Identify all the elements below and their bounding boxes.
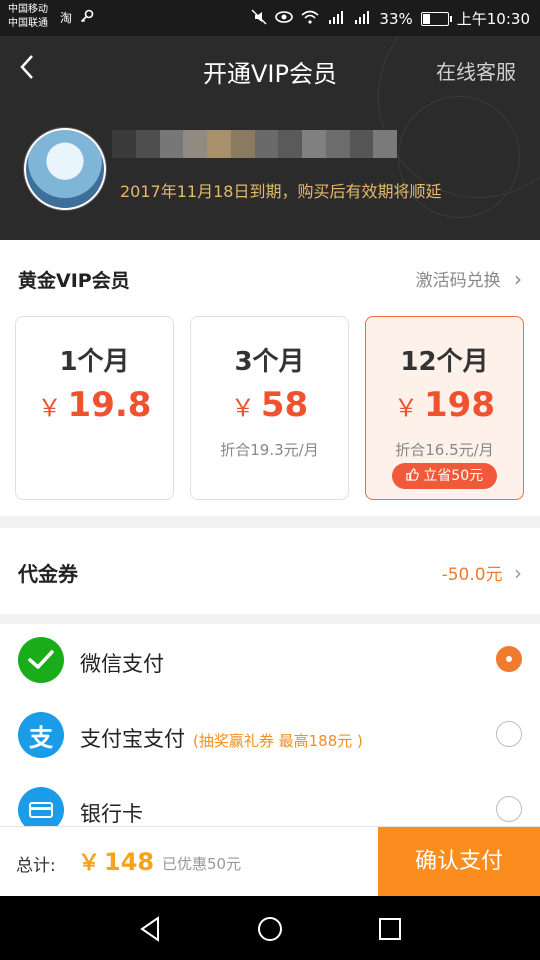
vip-header: 开通VIP会员 在线客服 2017年11月18日到期，购买后有效期将顺延 [0,36,540,240]
redeem-label: 激活码兑换 [415,271,501,291]
username-blurred [112,130,397,158]
redeem-code-link[interactable]: 激活码兑换 › [416,266,522,291]
mute-icon [251,8,267,29]
payment-option-alipay[interactable]: 支 支付宝支付 (抽奖赢礼券 最高188元 ) [0,699,540,773]
plan-price-value: 58 [260,385,309,425]
plan-card-12-months[interactable]: 12个月 ￥ 198 折合16.5元/月 立省50元 [365,316,524,500]
confirm-payment-button[interactable]: 确认支付 [378,827,540,897]
plan-per-month: 折合16.5元/月 [395,441,494,459]
savings-badge: 立省50元 [392,463,497,489]
payment-methods: 微信支付 支 支付宝支付 (抽奖赢礼券 最高188元 ) 银行卡 [0,624,540,826]
coupon-row[interactable]: 代金券 -50.0元 › [0,528,540,614]
savings-text: 立省50元 [423,468,484,484]
battery-percent: 33% [379,9,413,28]
alipay-promo-note: (抽奖赢礼券 最高188元 ) [193,732,363,750]
plan-price: ￥ 198 [366,385,523,425]
currency-symbol: ￥ [37,394,62,422]
plan-price-value: 198 [424,385,495,425]
plan-duration: 1个月 [59,347,130,377]
payment-name-text: 微信支付 [80,652,164,676]
nav-recents-button[interactable] [375,914,405,944]
online-service-link[interactable]: 在线客服 [436,56,516,85]
currency-symbol: ￥ [394,394,418,422]
payment-option-bank-card[interactable]: 银行卡 [0,774,540,826]
carrier-names: 中国移动 中国联通 [8,3,48,31]
membership-title: 黄金VIP会员 [18,270,130,292]
nav-home-button[interactable] [255,914,285,944]
plan-card-3-months[interactable]: 3个月 ￥ 58 折合19.3元/月 [190,316,349,500]
carrier-1: 中国移动 [8,4,48,15]
avatar[interactable] [24,128,106,210]
payment-name-text: 银行卡 [80,802,143,826]
payment-name: 银行卡 [80,798,143,826]
radio-selected[interactable] [496,646,522,672]
plan-price: ￥ 58 [191,385,348,425]
currency-symbol: ￥ [230,394,255,422]
total-label: 总计: [16,856,56,876]
payment-name: 支付宝支付 (抽奖赢礼券 最高188元 ) [80,723,363,753]
square-recents-icon [379,918,401,940]
alipay-icon: 支 [18,712,64,758]
discount-text: 已优惠50元 [162,855,242,873]
checkout-bar: 总计: ￥ 148 已优惠50元 确认支付 [0,826,540,897]
plan-duration: 3个月 [234,347,305,377]
radio-unselected[interactable] [496,796,522,822]
payment-name: 微信支付 [80,648,164,678]
key-icon [80,9,94,26]
eye-icon [275,10,294,28]
chevron-right-icon: › [514,561,522,585]
expire-text: 2017年11月18日到期，购买后有效期将顺延 [120,182,442,201]
notification-icons: 淘 [60,9,94,26]
plan-per-month: 折合19.3元/月 [220,441,319,459]
signal-2-icon [353,10,371,28]
circle-home-icon [258,917,282,941]
plan-duration: 12个月 [400,347,489,377]
wechat-pay-icon [18,637,64,683]
system-nav-bar [0,896,540,960]
plan-price: ￥ 19.8 [16,385,173,425]
payment-name-text: 支付宝支付 [80,727,185,751]
carrier-2: 中国联通 [8,18,48,29]
chevron-right-icon: › [514,267,522,291]
signal-1-icon [327,10,345,28]
plan-card-1-month[interactable]: 1个月 ￥ 19.8 [15,316,174,500]
coupon-amount-value: -50.0元 [441,565,503,585]
total-amount: ￥ 148 [78,845,154,877]
triangle-back-icon [140,916,159,942]
total-amount-value: 148 [104,848,155,876]
status-icons: 33% 上午10:30 [251,8,530,29]
wifi-icon [301,10,319,28]
thumbs-up-icon [406,468,423,484]
radio-unselected[interactable] [496,721,522,747]
clock: 上午10:30 [456,10,530,28]
nav-back-button[interactable] [136,914,166,944]
coupon-label: 代金券 [18,562,78,586]
battery-icon [420,11,452,26]
membership-section: 黄金VIP会员 激活码兑换 › 1个月 ￥ 19.8 3个月 ￥ 58 折合19.3… [0,240,540,516]
taobao-app-icon: 淘 [60,11,73,25]
payment-option-wechat[interactable]: 微信支付 [0,624,540,698]
status-bar: 中国移动 中国联通 淘 33% 上午10:30 [0,0,540,36]
currency-symbol: ￥ [78,851,101,876]
coupon-amount: -50.0元 › [442,560,522,585]
plan-price-value: 19.8 [67,385,152,425]
bank-card-icon [18,787,64,826]
